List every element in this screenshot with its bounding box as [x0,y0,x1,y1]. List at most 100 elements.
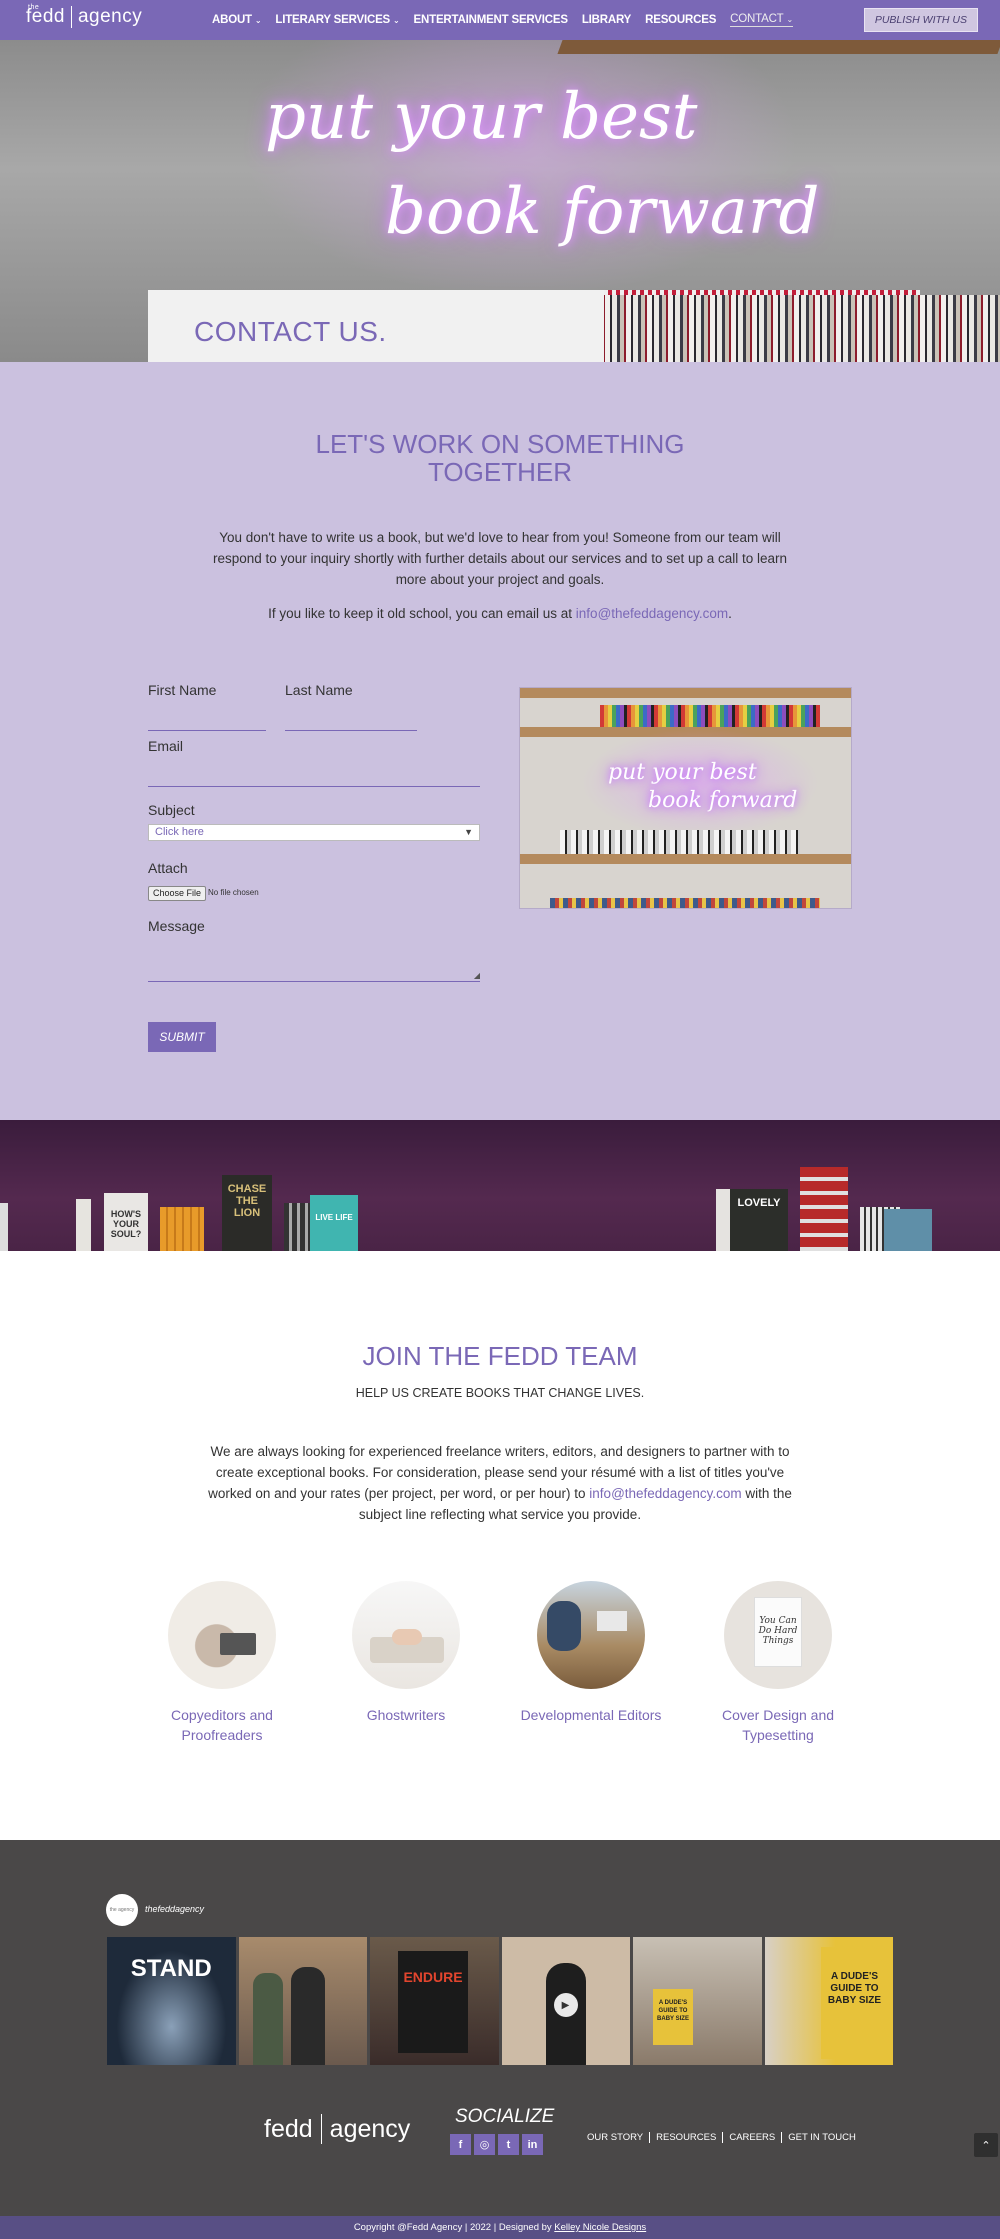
nav-label: ENTERTAINMENT SERVICES [413,14,568,26]
email-link[interactable]: info@thefeddagency.com [589,1486,741,1501]
intro-text: You don't have to write us a book, but w… [212,530,788,587]
role-copyeditors[interactable]: Copyeditors and Proofreaders [132,1581,312,1745]
nav-item-library[interactable]: LIBRARY [582,14,631,26]
message-label: Message [148,918,205,934]
play-icon[interactable]: ▶ [553,1993,578,2017]
footer-links: OUR STORY RESOURCES CAREERS GET IN TOUCH [587,2132,862,2143]
footer-link-careers[interactable]: CAREERS [722,2132,781,2143]
top-navigation: the fedd agency ABOUT ⌄ LITERARY SERVICES… [0,0,1000,40]
footer: fedd agency SOCIALIZE f ◎ t in OUR STORY… [0,2082,1000,2216]
first-name-label: First Name [148,682,217,698]
publish-with-us-button[interactable]: PUBLISH WITH US [863,8,978,32]
book-row [600,705,820,727]
photo-neon-line-1: put your best [608,760,757,785]
instagram-tiles: STAND ENDURE ▶ A DUDE'S GUIDE TO BABY SI… [107,1937,893,2065]
instagram-post[interactable]: ▶ [501,1937,630,2065]
role-cover-design[interactable]: You Can Do Hard Things Cover Design and Ty… [688,1581,868,1745]
book-cover: HOW'S YOUR SOUL? [104,1193,148,1251]
hero-banner: put your best book forward CONTACT US. [0,40,1000,362]
email-text-prefix: If you like to keep it old school, you c… [268,606,576,621]
instagram-handle[interactable]: thefeddagency [145,1904,204,1914]
dropdown-arrow-icon: ▼ [464,827,473,837]
shelf [520,688,851,698]
nav-item-literary-services[interactable]: LITERARY SERVICES ⌄ [275,14,399,26]
copyright-text: Copyright @Fedd Agency | 2022 | Designed… [353,2222,555,2233]
subject-value: Click here [155,826,204,838]
linkedin-icon[interactable]: in [522,2134,543,2155]
book-cover: LOVELY [730,1189,788,1251]
wooden-shelf [557,40,1000,54]
join-text: We are always looking for experienced fr… [200,1441,800,1525]
last-name-field[interactable] [285,730,417,731]
footer-link-resources[interactable]: RESOURCES [649,2132,722,2143]
facebook-icon[interactable]: f [450,2134,471,2155]
book-spine [76,1199,91,1251]
neon-shelf-photo: put your best book forward [519,687,852,909]
book-spine [0,1203,8,1251]
designer-link[interactable]: Kelley Nicole Designs [554,2222,646,2233]
section-heading: LET'S WORK ON SOMETHING TOGETHER [315,429,685,487]
file-status: No file chosen [208,888,259,897]
email-text: If you like to keep it old school, you c… [200,606,800,621]
role-ghostwriters[interactable]: Ghostwriters [316,1581,496,1725]
instagram-post[interactable] [238,1937,367,2065]
instagram-avatar[interactable]: the agency [106,1894,138,1926]
page-title: CONTACT US. [194,316,387,347]
logo-agency: agency [329,2114,411,2143]
book-row [550,898,820,908]
book-banner: HOW'S YOUR SOUL? CHASE THE LION LIVE LIF… [0,1120,1000,1251]
chevron-down-icon: ⌄ [393,15,400,25]
role-label: Developmental Editors [520,1707,662,1723]
footer-link-our-story[interactable]: OUR STORY [587,2132,649,2143]
instagram-post[interactable]: ENDURE [370,1937,499,2065]
main-menu: ABOUT ⌄ LITERARY SERVICES ⌄ ENTERTAINMENT … [212,0,793,40]
footer-logo[interactable]: fedd agency [264,2114,410,2144]
photo-neon-line-2: book forward [648,788,798,813]
message-textarea[interactable]: ◢ [148,940,480,982]
footer-link-get-in-touch[interactable]: GET IN TOUCH [781,2132,862,2143]
book-stack [160,1207,204,1251]
nav-label: LIBRARY [581,14,632,26]
logo-divider [70,6,72,28]
email-link[interactable]: info@thefeddagency.com [576,606,728,621]
nav-label: RESOURCES [645,14,717,26]
site-logo[interactable]: the fedd agency [26,4,142,28]
back-to-top-button[interactable]: ⌃ [974,2133,998,2157]
subject-select[interactable]: Click here ▼ [148,824,480,841]
role-photo [168,1581,276,1689]
submit-button[interactable]: SUBMIT [148,1022,216,1052]
instagram-icon[interactable]: ◎ [474,2134,495,2155]
resize-handle-icon[interactable]: ◢ [474,971,480,980]
section-heading: JOIN THE FEDD TEAM [362,1341,638,1371]
book-stack [284,1203,310,1251]
first-name-field[interactable] [148,730,266,731]
email-field[interactable] [148,786,480,787]
role-label: Ghostwriters [366,1707,446,1723]
book-row [560,830,800,854]
chevron-down-icon: ⌄ [254,15,262,25]
twitter-icon[interactable]: t [498,2134,519,2155]
nav-item-about[interactable]: ABOUT ⌄ [212,14,262,26]
email-text-suffix: . [728,606,732,621]
nav-item-contact[interactable]: CONTACT ⌄ [730,13,793,27]
instagram-post[interactable]: A DUDE'S GUIDE TO BABY SIZE [764,1937,893,2065]
attach-label: Attach [148,860,188,876]
nav-item-resources[interactable]: RESOURCES [645,14,716,26]
copyright-bar: Copyright @Fedd Agency | 2022 | Designed… [0,2216,1000,2239]
subject-label: Subject [148,802,195,818]
instagram-post[interactable]: A DUDE'S GUIDE TO BABY SIZE [633,1937,762,2065]
neon-sign-line-2: book forward [385,175,820,249]
shelf [520,854,851,864]
logo-the: the [28,4,40,11]
instagram-post[interactable]: STAND [107,1937,236,2065]
nav-label: LITERARY SERVICES [275,14,391,26]
chevron-down-icon: ⌄ [786,14,794,24]
nav-item-entertainment-services[interactable]: ENTERTAINMENT SERVICES [414,14,568,26]
section-subheading: HELP US CREATE BOOKS THAT CHANGE LIVES. [355,1386,645,1400]
last-name-label: Last Name [285,682,353,698]
page-title-box: CONTACT US. [148,290,604,362]
role-developmental-editors[interactable]: Developmental Editors [501,1581,681,1725]
role-photo: You Can Do Hard Things [724,1581,832,1689]
choose-file-button[interactable]: Choose File [148,886,207,901]
role-label: Copyeditors and Proofreaders [171,1707,273,1743]
